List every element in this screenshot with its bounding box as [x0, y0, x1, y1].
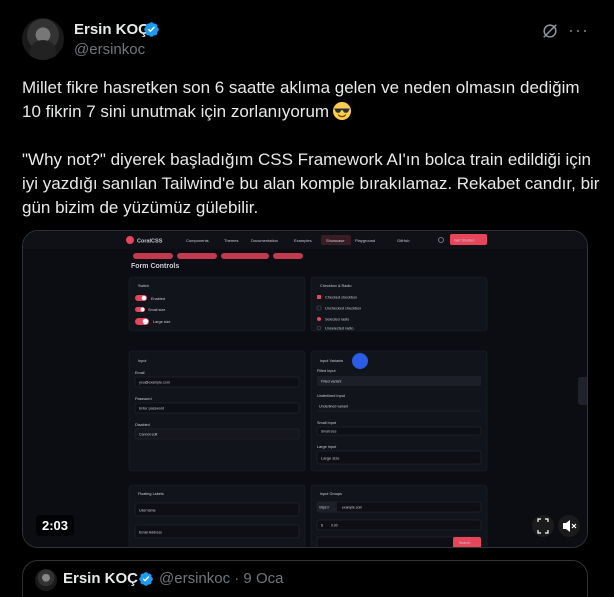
tweet: Ersin KOÇ @ersinkoc ··· Millet fikre has…: [0, 0, 614, 597]
switch-label-large: Large size: [153, 320, 171, 324]
variant-label-small: Small Input: [317, 421, 337, 425]
app-screenshot: CoralCSS Components Themes Documentation…: [23, 231, 587, 547]
switch-label-enabled: Enabled: [151, 297, 165, 301]
quote-meta: @ersinkoc · 9 Oca: [159, 570, 283, 587]
radio-label-selected: Selected radio: [325, 318, 349, 322]
radio-label-unselected: Unselected radio: [325, 327, 354, 331]
avatar[interactable]: [22, 18, 64, 60]
variant-label-underlined: Underlined Input: [317, 394, 346, 398]
app-nav-components: Components: [186, 238, 209, 243]
input-label-password: Password: [135, 397, 152, 401]
quote-verified-badge-icon: [139, 572, 153, 586]
author-name[interactable]: Ersin KOÇ: [74, 21, 149, 38]
floating-email: Email Address: [139, 531, 162, 535]
quote-avatar[interactable]: [35, 569, 57, 591]
app-cta-button: Get Started: [454, 238, 474, 243]
quote-author-handle[interactable]: @ersinkoc: [159, 570, 230, 587]
variants-panel-title: Input Variants: [320, 359, 343, 363]
floating-panel-title: Floating Labels: [138, 492, 164, 496]
fullscreen-icon: [532, 515, 554, 537]
variant-label-filled: Filled Input: [317, 369, 337, 373]
group-search-button: Search: [459, 541, 470, 545]
coralcss-logo-icon: [126, 236, 134, 244]
app-nav-showcase: Showcase: [326, 238, 345, 243]
quote-author-name[interactable]: Ersin KOÇ: [63, 570, 138, 587]
app-nav-examples: Examples: [294, 238, 312, 243]
author-handle[interactable]: @ersinkoc: [74, 41, 145, 58]
checkbox-label-unchecked: Unchecked checkbox: [325, 307, 361, 311]
input-value-email: you@example.com: [139, 381, 170, 385]
checkbox-panel-title: Checkbox & Radio: [320, 284, 351, 288]
tweet-paragraph-2: "Why not?" diyerek başladığım CSS Framew…: [22, 150, 600, 217]
quote-date[interactable]: · 9 Oca: [234, 570, 283, 587]
variant-value-filled: Filled variant: [321, 380, 341, 384]
app-nav-playground: Playground: [355, 238, 375, 243]
variant-value-small: Small size: [321, 430, 337, 434]
grok-icon[interactable]: [541, 22, 559, 40]
variant-label-large: Large Input: [317, 445, 337, 449]
tweet-paragraph-1: Millet fikre hasretken son 6 saatte aklı…: [22, 78, 580, 121]
group-amount: 0.00: [331, 524, 338, 528]
more-options-icon[interactable]: ···: [568, 20, 589, 41]
quoted-tweet[interactable]: Ersin KOÇ @ersinkoc · 9 Oca: [22, 560, 588, 597]
checkbox-label-checked: Checked checkbox: [325, 296, 357, 300]
switch-label-small: Small size: [148, 308, 165, 312]
input-panel-title: Input: [138, 359, 147, 363]
section-title: Form Controls: [131, 263, 179, 270]
switch-panel-title: Switch: [138, 284, 149, 288]
verified-badge-icon: [144, 22, 159, 37]
variant-value-large: Large size: [321, 456, 340, 461]
app-logo-text: CoralCSS: [137, 239, 163, 245]
input-label-disabled: Disabled: [135, 423, 150, 427]
video-duration: 2:03: [36, 515, 75, 536]
cursor-highlight-icon: [352, 353, 368, 369]
group-url: example.com: [342, 506, 362, 510]
app-nav-themes: Themes: [224, 238, 238, 243]
sunglasses-emoji-icon: [333, 102, 352, 120]
floating-username: Username: [139, 509, 156, 513]
video-player[interactable]: CoralCSS Components Themes Documentation…: [22, 230, 588, 548]
group-prefix: https://: [319, 506, 329, 510]
input-value-disabled: Cannot edit: [139, 433, 157, 437]
input-label-email: Email: [135, 371, 145, 375]
app-nav-documentation: Documentation: [251, 238, 278, 243]
tweet-text: Millet fikre hasretken son 6 saatte aklı…: [22, 76, 602, 220]
app-nav-github: GitHub: [397, 238, 410, 243]
variant-value-underlined: Underlined variant: [319, 405, 348, 409]
scrollbar-handle: [578, 377, 587, 405]
groups-panel-title: Input Groups: [320, 492, 342, 496]
input-value-password: Enter password: [139, 407, 164, 411]
group-currency: $: [321, 524, 323, 528]
